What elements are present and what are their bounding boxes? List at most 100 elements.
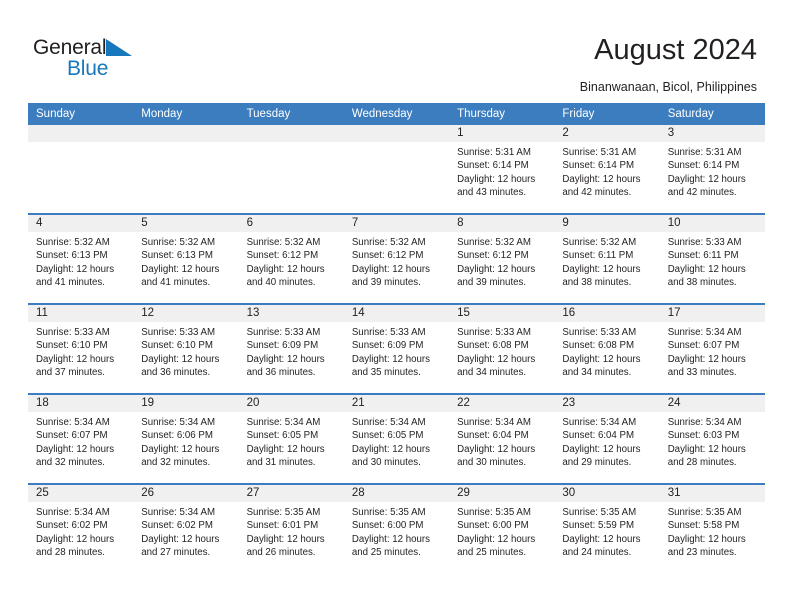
calendar-day-cell[interactable]: 16 Sunrise: 5:33 AM Sunset: 6:08 PM Dayligh… [554,303,660,394]
day-cell-inner: 7 Sunrise: 5:32 AM Sunset: 6:12 PM Daylight… [343,215,450,303]
daylight-text-line2: and 28 minutes. [36,547,105,559]
day-cell-inner: 22 Sunrise: 5:34 AM Sunset: 6:04 PM Dayligh… [449,395,555,483]
calendar-day-cell[interactable]: 22 Sunrise: 5:34 AM Sunset: 6:04 PM Dayligh… [449,393,555,484]
sunrise-text: Sunrise: 5:35 AM [351,507,426,518]
day-cell-inner: 11 Sunrise: 5:33 AM Sunset: 6:10 PM Dayligh… [28,305,134,393]
daylight-text-line2: and 42 minutes. [562,187,632,199]
calendar-day-cell[interactable]: 7 Sunrise: 5:32 AM Sunset: 6:12 PM Daylight… [343,213,450,304]
brand-name-general: General [33,36,107,59]
day-details: Sunrise: 5:34 AM Sunset: 6:03 PM Daylight:… [660,412,765,470]
day-number [28,125,134,142]
day-number: 17 [659,305,765,322]
calendar-day-cell[interactable]: 11 Sunrise: 5:33 AM Sunset: 6:10 PM Dayligh… [28,303,134,394]
calendar-day-cell[interactable]: 20 Sunrise: 5:34 AM Sunset: 6:05 PM Dayligh… [238,393,344,484]
daylight-text-line1: Daylight: 12 hours [141,263,220,275]
calendar-day-cell[interactable]: 5 Sunrise: 5:32 AM Sunset: 6:13 PM Daylight… [133,213,239,304]
daylight-text-line1: Daylight: 12 hours [562,263,641,275]
sunset-text: Sunset: 6:07 PM [667,340,740,352]
brand-logo[interactable]: General Blue [33,36,203,82]
day-details: Sunrise: 5:33 AM Sunset: 6:08 PM Daylight:… [554,322,659,380]
brand-logo-top-row: General [33,36,203,59]
daylight-text-line1: Daylight: 12 hours [36,353,115,365]
day-details: Sunrise: 5:34 AM Sunset: 6:02 PM Daylight:… [133,502,238,560]
sunset-text: Sunset: 6:14 PM [667,160,740,172]
calendar-day-cell[interactable]: 27 Sunrise: 5:35 AM Sunset: 6:01 PM Dayligh… [238,483,344,573]
day-cell-inner: 17 Sunrise: 5:34 AM Sunset: 6:07 PM Dayligh… [659,305,765,393]
daylight-text-line1: Daylight: 12 hours [141,353,220,365]
daylight-text-line1: Daylight: 12 hours [667,443,746,455]
calendar-day-cell[interactable]: 21 Sunrise: 5:34 AM Sunset: 6:05 PM Dayligh… [343,393,450,484]
calendar-day-cell[interactable]: 3 Sunrise: 5:31 AM Sunset: 6:14 PM Daylight… [659,125,765,214]
weekday-header-thursday: Thursday [449,103,555,125]
calendar-day-cell[interactable]: 15 Sunrise: 5:33 AM Sunset: 6:08 PM Dayligh… [449,303,555,394]
sunrise-text: Sunrise: 5:32 AM [562,237,637,248]
sunrise-text: Sunrise: 5:35 AM [246,507,321,518]
calendar-day-cell[interactable]: 30 Sunrise: 5:35 AM Sunset: 5:59 PM Dayligh… [554,483,660,573]
sunset-text: Sunset: 6:01 PM [246,520,319,532]
calendar-day-cell[interactable]: 6 Sunrise: 5:32 AM Sunset: 6:12 PM Daylight… [238,213,344,304]
daylight-text-line2: and 25 minutes. [351,547,421,559]
day-cell-inner: 26 Sunrise: 5:34 AM Sunset: 6:02 PM Dayligh… [133,485,239,573]
sunset-text: Sunset: 6:04 PM [562,430,635,442]
calendar-day-cell[interactable]: 17 Sunrise: 5:34 AM Sunset: 6:07 PM Dayligh… [659,303,765,394]
day-number: 14 [343,305,450,322]
calendar-day-cell[interactable]: 12 Sunrise: 5:33 AM Sunset: 6:10 PM Dayligh… [133,303,239,394]
calendar-page: General Blue August 2024 Binanwanaan, Bi… [0,0,792,612]
daylight-text-line1: Daylight: 12 hours [457,173,536,185]
calendar-day-cell[interactable]: 14 Sunrise: 5:33 AM Sunset: 6:09 PM Dayligh… [343,303,450,394]
day-number: 28 [343,485,450,502]
sunset-text: Sunset: 6:08 PM [457,340,529,352]
calendar-week-row: 11 Sunrise: 5:33 AM Sunset: 6:10 PM Dayligh… [28,303,765,394]
calendar-day-cell[interactable]: 26 Sunrise: 5:34 AM Sunset: 6:02 PM Dayligh… [133,483,239,573]
daylight-text-line1: Daylight: 12 hours [351,353,430,365]
calendar-day-cell[interactable]: 8 Sunrise: 5:32 AM Sunset: 6:12 PM Daylight… [449,213,555,304]
day-cell-inner: 30 Sunrise: 5:35 AM Sunset: 5:59 PM Dayligh… [554,485,660,573]
day-cell-inner: 5 Sunrise: 5:32 AM Sunset: 6:13 PM Daylight… [133,215,239,303]
day-cell-inner: 3 Sunrise: 5:31 AM Sunset: 6:14 PM Daylight… [659,125,765,213]
day-number: 29 [449,485,555,502]
daylight-text-line1: Daylight: 12 hours [562,353,641,365]
calendar-day-cell[interactable]: 9 Sunrise: 5:32 AM Sunset: 6:11 PM Daylight… [554,213,660,304]
brand-name-blue: Blue [67,57,109,80]
day-details: Sunrise: 5:35 AM Sunset: 6:01 PM Daylight:… [239,502,344,560]
sunrise-text: Sunrise: 5:34 AM [36,507,110,518]
calendar-day-cell[interactable]: 24 Sunrise: 5:34 AM Sunset: 6:03 PM Dayligh… [659,393,765,484]
calendar-day-cell[interactable]: 29 Sunrise: 5:35 AM Sunset: 6:00 PM Dayligh… [449,483,555,573]
daylight-text-line2: and 42 minutes. [667,187,737,199]
day-number: 11 [28,305,134,322]
daylight-text-line2: and 31 minutes. [246,457,316,469]
sunset-text: Sunset: 6:14 PM [457,160,529,172]
day-cell-inner: 12 Sunrise: 5:33 AM Sunset: 6:10 PM Dayligh… [133,305,239,393]
daylight-text-line2: and 33 minutes. [667,367,737,379]
day-number: 22 [449,395,555,412]
daylight-text-line1: Daylight: 12 hours [667,353,746,365]
day-number: 20 [238,395,344,412]
calendar-day-cell[interactable]: 2 Sunrise: 5:31 AM Sunset: 6:14 PM Daylight… [554,125,660,214]
day-number: 19 [133,395,239,412]
calendar-day-cell[interactable]: 13 Sunrise: 5:33 AM Sunset: 6:09 PM Dayligh… [238,303,344,394]
daylight-text-line2: and 27 minutes. [141,547,211,559]
sunset-text: Sunset: 6:07 PM [36,430,108,442]
day-cell-inner: 23 Sunrise: 5:34 AM Sunset: 6:04 PM Dayligh… [554,395,660,483]
day-cell-inner: 4 Sunrise: 5:32 AM Sunset: 6:13 PM Daylight… [28,215,134,303]
calendar-day-cell[interactable]: 18 Sunrise: 5:34 AM Sunset: 6:07 PM Dayligh… [28,393,134,484]
calendar-day-cell[interactable]: 19 Sunrise: 5:34 AM Sunset: 6:06 PM Dayligh… [133,393,239,484]
sunrise-text: Sunrise: 5:34 AM [141,507,216,518]
daylight-text-line1: Daylight: 12 hours [141,533,220,545]
sunrise-text: Sunrise: 5:33 AM [457,327,531,338]
sunrise-text: Sunrise: 5:32 AM [36,237,110,248]
calendar-day-cell[interactable]: 28 Sunrise: 5:35 AM Sunset: 6:00 PM Dayligh… [343,483,450,573]
sunrise-text: Sunrise: 5:33 AM [667,237,742,248]
calendar-day-cell[interactable]: 10 Sunrise: 5:33 AM Sunset: 6:11 PM Dayligh… [659,213,765,304]
calendar-day-cell[interactable]: 25 Sunrise: 5:34 AM Sunset: 6:02 PM Dayligh… [28,483,134,573]
daylight-text-line2: and 38 minutes. [667,277,737,289]
calendar-week-row: 18 Sunrise: 5:34 AM Sunset: 6:07 PM Dayligh… [28,393,765,484]
day-number: 30 [554,485,660,502]
calendar-day-cell[interactable]: 31 Sunrise: 5:35 AM Sunset: 5:58 PM Dayligh… [659,483,765,573]
calendar-day-cell[interactable]: 4 Sunrise: 5:32 AM Sunset: 6:13 PM Daylight… [28,213,134,304]
day-number: 31 [659,485,765,502]
calendar-day-cell-empty [343,125,450,214]
calendar-day-cell[interactable]: 23 Sunrise: 5:34 AM Sunset: 6:04 PM Dayligh… [554,393,660,484]
daylight-text-line1: Daylight: 12 hours [246,353,325,365]
calendar-day-cell[interactable]: 1 Sunrise: 5:31 AM Sunset: 6:14 PM Daylight… [449,125,555,214]
